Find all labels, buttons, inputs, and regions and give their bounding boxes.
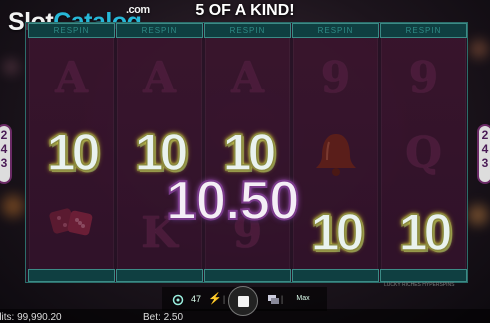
reel-1: A 10 xyxy=(29,38,114,276)
bokeh-light xyxy=(470,40,488,58)
stop-button[interactable] xyxy=(228,286,258,316)
symbol-ace: A xyxy=(231,53,264,102)
symbol-ace: A xyxy=(55,53,88,102)
win-amount: 10.50 xyxy=(165,168,301,232)
reel-2: A 10 K xyxy=(117,38,202,276)
indicator-digit: 3 xyxy=(481,156,489,170)
autoplay-icon[interactable] xyxy=(170,287,186,311)
bokeh-light xyxy=(4,60,18,74)
max-bet-button[interactable]: Max xyxy=(292,287,314,311)
divider: | xyxy=(222,294,226,304)
turbo-icon[interactable]: ⚡ xyxy=(208,287,222,311)
bokeh-light xyxy=(2,195,24,217)
respin-button-reel-4[interactable]: RESPIN xyxy=(292,23,379,38)
symbol-ten: 10 xyxy=(398,203,453,263)
bokeh-light xyxy=(468,205,488,225)
bet-menu-icon[interactable] xyxy=(266,287,280,311)
indicator-digit: 3 xyxy=(0,156,8,170)
reel-bottom-bar xyxy=(28,269,115,282)
divider: | xyxy=(280,294,284,304)
win-banner: 5 OF A KIND! xyxy=(195,2,295,19)
dice-icon xyxy=(30,198,113,268)
symbol-nine: 9 xyxy=(320,53,351,102)
respin-button-reel-3[interactable]: RESPIN xyxy=(204,23,291,38)
indicator-digit: 2 xyxy=(0,128,8,142)
indicator-digit: 4 xyxy=(0,142,8,156)
reel-bottom-bar xyxy=(380,269,467,282)
game-title-small: LUCKY RICHES HYPERSPINS xyxy=(384,282,455,288)
symbol-ten: 10 xyxy=(46,123,101,183)
symbol-queen: Q xyxy=(405,128,442,177)
reel-frame: RESPIN A 10 RESPIN A 10 K RESPIN A 10 9 … xyxy=(25,22,468,283)
symbol-ace: A xyxy=(143,53,176,102)
reel-bottom-bar xyxy=(116,269,203,282)
indicator-digit: 4 xyxy=(481,142,489,156)
reel-4: 9 10 xyxy=(293,38,378,276)
respin-button-reel-2[interactable]: RESPIN xyxy=(116,23,203,38)
reel-5: 9 Q 10 xyxy=(381,38,466,276)
indicator-digit: 2 xyxy=(481,128,489,142)
bet-display: Bet: 2.50 xyxy=(143,312,184,323)
credits-display: dits: 99,990.20 xyxy=(0,312,62,323)
paylines-indicator-left: 2 4 3 xyxy=(0,124,12,184)
respin-button-reel-5[interactable]: RESPIN xyxy=(380,23,467,38)
autoplay-count: 47 xyxy=(190,294,201,304)
reel-bottom-bar xyxy=(292,269,379,282)
symbol-nine: 9 xyxy=(408,53,439,102)
respin-button-reel-1[interactable]: RESPIN xyxy=(28,23,115,38)
reel-bottom-bar xyxy=(204,269,291,282)
paylines-indicator-right: 2 4 3 xyxy=(477,124,490,184)
bell-icon xyxy=(294,118,377,188)
stop-icon xyxy=(238,296,249,307)
reel-3: A 10 9 xyxy=(205,38,290,276)
symbol-ten: 10 xyxy=(310,203,365,263)
